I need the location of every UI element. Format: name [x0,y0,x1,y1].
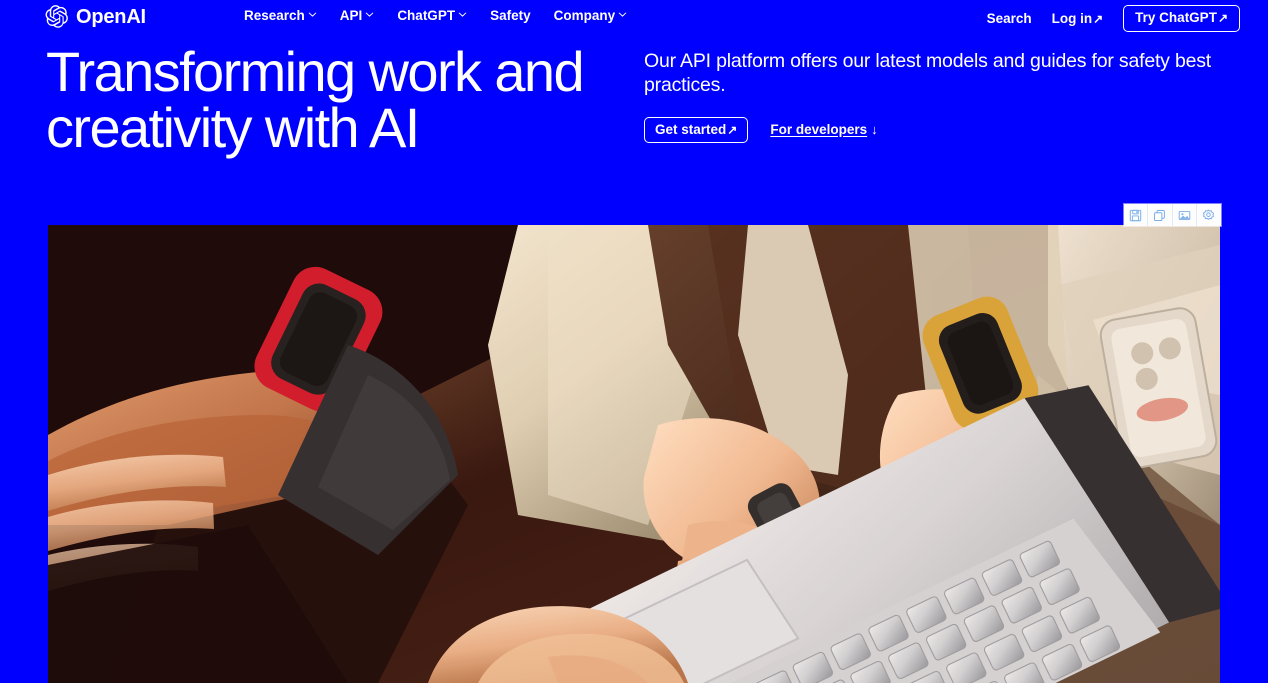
chevron-down-icon [308,10,317,19]
chevron-down-icon [458,10,467,19]
nav-actions: Search Log in↗ Try ChatGPT↗ [987,5,1240,32]
nav-item-api[interactable]: API [340,9,375,23]
hero-subtitle: Our API platform offers our latest model… [644,50,1212,96]
brand-logo-link[interactable]: OpenAI [44,4,146,29]
openai-logo-icon [44,4,69,29]
nav-item-research-label: Research [244,8,305,23]
chevron-down-icon [365,10,374,19]
get-started-button[interactable]: Get started↗ [644,116,749,144]
brand-name: OpenAI [76,5,146,28]
nav-item-safety[interactable]: Safety [490,9,531,23]
image-icon [1178,209,1191,222]
hero-image[interactable] [48,225,1220,683]
arrow-down-icon: ↓ [871,122,878,138]
login-label: Log in [1051,10,1093,26]
openai-homepage: OpenAI Research API ChatGPT Safety Compa… [0,0,1268,683]
get-started-label: Get started [655,121,727,137]
login-link[interactable]: Log in↗ [1051,10,1104,26]
chevron-down-icon [618,10,627,19]
nav-item-chatgpt[interactable]: ChatGPT [397,9,467,23]
save-button[interactable] [1124,204,1149,226]
save-icon [1129,209,1142,222]
for-developers-link[interactable]: For developers ↓ [770,123,877,137]
nav-item-company-label: Company [553,8,616,23]
settings-button[interactable] [1197,204,1221,226]
hero-actions: Get started↗ For developers ↓ [644,116,1216,144]
page-title: Transforming work and creativity with AI [46,40,585,159]
settings-gear-icon [1202,209,1215,222]
copy-icon [1153,209,1166,222]
arrow-up-right-icon: ↗ [1093,11,1104,26]
arrow-up-right-icon: ↗ [1217,11,1228,25]
search-button[interactable]: Search [987,11,1032,26]
arrow-up-right-icon: ↗ [727,122,738,137]
copy-button[interactable] [1148,204,1173,226]
nav-item-api-label: API [339,8,363,23]
nav-item-company[interactable]: Company [554,9,628,23]
nav-item-research[interactable]: Research [244,9,317,23]
for-developers-label: For developers [770,122,868,138]
nav-item-safety-label: Safety [490,8,531,23]
nav-links: Research API ChatGPT Safety Company [244,9,627,23]
try-chatgpt-label: Try ChatGPT [1135,10,1217,25]
try-chatgpt-button[interactable]: Try ChatGPT↗ [1123,5,1240,32]
open-image-button[interactable] [1173,204,1197,226]
image-toolbar [1124,204,1221,226]
nav-item-chatgpt-label: ChatGPT [397,8,456,23]
main-navigation: OpenAI Research API ChatGPT Safety Compa… [0,0,1268,34]
hero-right-column: Our API platform offers our latest model… [644,50,1216,144]
